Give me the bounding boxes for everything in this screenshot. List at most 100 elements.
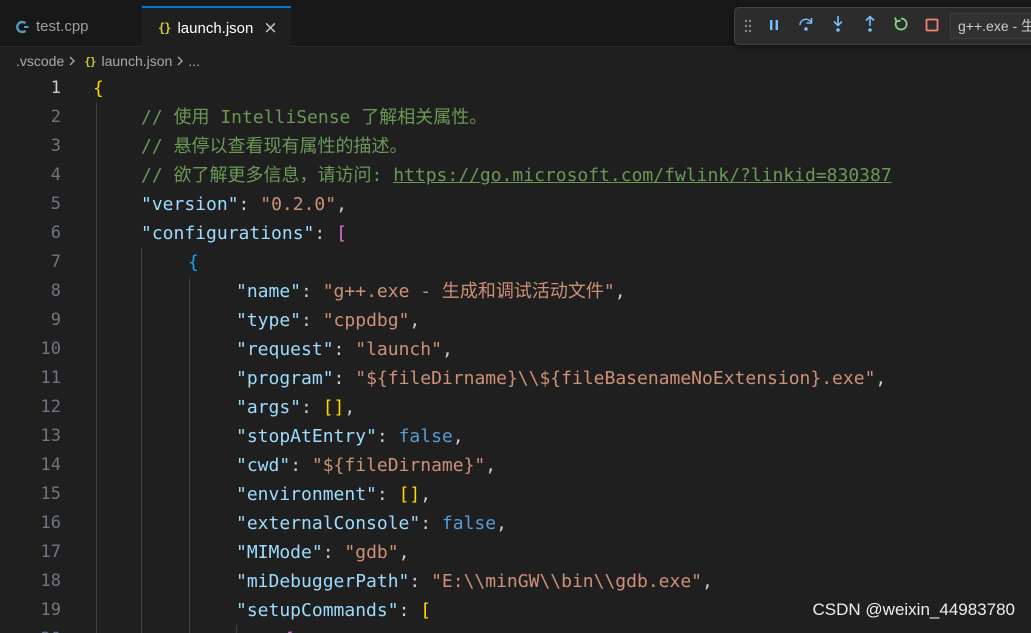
line-number: 15 bbox=[40, 484, 61, 504]
json-colon: : bbox=[322, 542, 345, 563]
json-boolean: false bbox=[441, 513, 497, 534]
chevron-right-icon bbox=[176, 53, 184, 69]
json-boolean: false bbox=[398, 426, 453, 447]
restart-button[interactable] bbox=[886, 8, 916, 44]
json-value: "0.2.0" bbox=[260, 194, 337, 215]
code-comment: // 欲了解更多信息，请访问: bbox=[141, 165, 394, 186]
code-line: 9 "type": "cppdbg", bbox=[0, 306, 1031, 335]
code-text: "miDebuggerPath": "E:\\minGW\\bin\\gdb.e… bbox=[236, 567, 713, 596]
step-out-button[interactable] bbox=[855, 8, 885, 44]
cpp-file-icon bbox=[14, 19, 29, 34]
json-key: "externalConsole" bbox=[236, 513, 421, 534]
code-text: "configurations": [ bbox=[141, 219, 347, 248]
line-number: 19 bbox=[40, 600, 61, 620]
code-text: "name": "g++.exe - 生成和调试活动文件", bbox=[236, 277, 626, 306]
step-over-button[interactable] bbox=[791, 8, 821, 44]
json-key: "args" bbox=[236, 397, 302, 418]
json-brace: { bbox=[283, 625, 294, 633]
code-line: 13 "stopAtEntry": false, bbox=[0, 422, 1031, 451]
json-colon: : bbox=[376, 426, 399, 447]
json-value: "g++.exe - 生成和调试活动文件" bbox=[322, 281, 615, 302]
json-comma: , bbox=[614, 281, 626, 302]
code-text: "setupCommands": [ bbox=[236, 596, 431, 625]
code-text: "environment": [], bbox=[236, 480, 431, 509]
editor-tab-bar: test.cpp {} launch.json × g++.exe - bbox=[0, 0, 1031, 48]
json-file-icon: {} bbox=[158, 21, 171, 35]
json-colon: : bbox=[333, 339, 356, 360]
json-bracket: [] bbox=[398, 484, 421, 505]
debug-toolbar: g++.exe - 生成和调试活动文件 bbox=[734, 7, 1031, 45]
code-line: 8 "name": "g++.exe - 生成和调试活动文件", bbox=[0, 277, 1031, 306]
json-key: "program" bbox=[236, 368, 334, 389]
json-colon: : bbox=[290, 455, 312, 476]
json-colon: : bbox=[301, 281, 323, 302]
code-text: "version": "0.2.0", bbox=[141, 190, 347, 219]
json-value: "${fileDirname}\\${fileBasenameNoExtensi… bbox=[355, 368, 876, 389]
code-line: 5 "version": "0.2.0", bbox=[0, 190, 1031, 219]
code-text: "MIMode": "gdb", bbox=[236, 538, 409, 567]
line-number: 11 bbox=[40, 368, 61, 388]
json-value: "launch" bbox=[355, 339, 442, 360]
json-colon: : bbox=[333, 368, 356, 389]
json-value: "gdb" bbox=[344, 542, 399, 563]
step-out-icon bbox=[862, 15, 878, 37]
json-comma: , bbox=[452, 426, 464, 447]
code-comment: // 使用 IntelliSense 了解相关属性。 bbox=[141, 107, 488, 128]
json-comma: , bbox=[336, 194, 347, 215]
code-text: // 欲了解更多信息，请访问: https://go.microsoft.com… bbox=[141, 161, 892, 190]
code-line: 10 "request": "launch", bbox=[0, 335, 1031, 364]
line-number: 8 bbox=[50, 281, 61, 301]
json-key: "request" bbox=[236, 339, 334, 360]
code-text: "request": "launch", bbox=[236, 335, 453, 364]
code-text: { bbox=[93, 78, 104, 99]
breadcrumb-symbol[interactable]: ... bbox=[188, 53, 200, 69]
json-comma: , bbox=[441, 339, 453, 360]
stop-icon bbox=[925, 17, 939, 36]
line-number: 7 bbox=[50, 252, 61, 272]
json-comma: , bbox=[485, 455, 497, 476]
code-line: 16 "externalConsole": false, bbox=[0, 509, 1031, 538]
line-number: 16 bbox=[40, 513, 61, 533]
code-line: 2 // 使用 IntelliSense 了解相关属性。 bbox=[0, 103, 1031, 132]
line-number: 13 bbox=[40, 426, 61, 446]
pause-button[interactable] bbox=[759, 8, 789, 44]
breadcrumb-file[interactable]: launch.json bbox=[102, 53, 173, 69]
json-comma: , bbox=[398, 542, 410, 563]
tab-launch-json[interactable]: {} launch.json × bbox=[142, 6, 291, 48]
code-line: 14 "cwd": "${fileDirname}", bbox=[0, 451, 1031, 480]
code-text: "args": [], bbox=[236, 393, 355, 422]
close-icon[interactable]: × bbox=[263, 19, 277, 37]
drag-handle-icon[interactable] bbox=[739, 8, 757, 44]
code-line: 11 "program": "${fileDirname}\\${fileBas… bbox=[0, 364, 1031, 393]
json-colon: : bbox=[238, 194, 261, 215]
stop-button[interactable] bbox=[917, 8, 947, 44]
code-line: 6 "configurations": [ bbox=[0, 219, 1031, 248]
debug-config-select[interactable]: g++.exe - 生成和调试活动文件 bbox=[950, 13, 1031, 39]
json-colon: : bbox=[420, 513, 442, 534]
tab-test-cpp[interactable]: test.cpp bbox=[0, 6, 142, 47]
json-comma: , bbox=[420, 484, 432, 505]
json-comma: , bbox=[702, 571, 713, 592]
json-colon: : bbox=[301, 310, 323, 331]
code-editor[interactable]: 1 { 2 // 使用 IntelliSense 了解相关属性。 3 // 悬停… bbox=[0, 74, 1031, 633]
json-value: "E:\\minGW\\bin\\gdb.exe" bbox=[431, 571, 703, 592]
json-key: "MIMode" bbox=[236, 542, 323, 563]
code-comment: // 悬停以查看现有属性的描述。 bbox=[141, 136, 408, 157]
step-into-button[interactable] bbox=[823, 8, 853, 44]
step-over-icon bbox=[797, 16, 815, 36]
json-key: "name" bbox=[236, 281, 302, 302]
breadcrumb-folder[interactable]: .vscode bbox=[16, 53, 64, 69]
line-number: 18 bbox=[40, 571, 61, 591]
code-line: 15 "environment": [], bbox=[0, 480, 1031, 509]
json-bracket: [] bbox=[322, 397, 345, 418]
comment-link[interactable]: https://go.microsoft.com/fwlink/?linkid=… bbox=[393, 165, 892, 186]
json-key: "configurations" bbox=[141, 223, 315, 244]
code-line: 12 "args": [], bbox=[0, 393, 1031, 422]
line-number: 9 bbox=[50, 310, 61, 330]
json-bracket: [ bbox=[420, 600, 432, 621]
json-colon: : bbox=[314, 223, 337, 244]
code-line: 17 "MIMode": "gdb", bbox=[0, 538, 1031, 567]
tab-label: launch.json bbox=[177, 19, 254, 37]
json-brace: { bbox=[188, 252, 199, 273]
chevron-right-icon bbox=[68, 53, 76, 69]
